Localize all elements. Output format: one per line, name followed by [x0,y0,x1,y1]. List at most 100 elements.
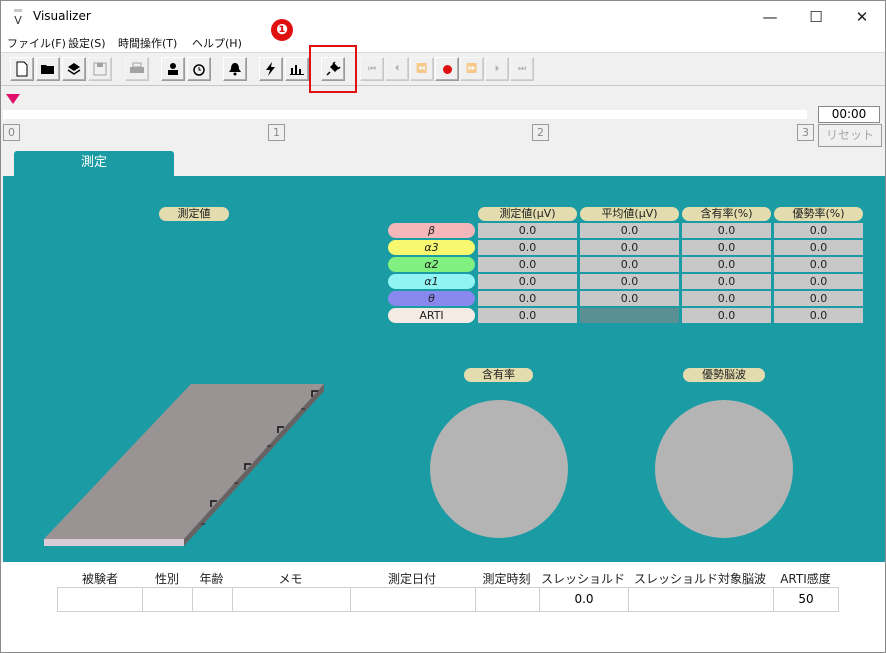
info-cell-time[interactable] [475,587,540,612]
bell-button[interactable] [223,57,247,81]
cell-beta-content: 0.0 [682,223,771,238]
alarm-button[interactable] [187,57,211,81]
printer-icon [130,62,144,73]
timeline-tick-3: 3 [797,124,814,141]
annotation-badge: ❶ [271,19,293,41]
lightning-button[interactable] [259,57,283,81]
window-title: Visualizer [33,9,91,23]
cell-theta-content: 0.0 [682,291,771,306]
cell-alpha3-content: 0.0 [682,240,771,255]
info-header-threshold: スレッショルド [540,572,625,586]
cell-alpha1-measured: 0.0 [478,274,577,289]
skip-to-start-icon: ⏮ [367,64,377,74]
info-header-arti-sensitivity: ARTI感度 [780,572,831,586]
visualizer-app-icon: V [14,9,22,26]
save-button[interactable] [88,57,112,81]
row-label-theta: θ [388,291,475,306]
cell-theta-average: 0.0 [580,291,679,306]
cell-beta-measured: 0.0 [478,223,577,238]
previous-button[interactable]: ⏴ [385,57,409,81]
record-icon [442,64,452,74]
fast-forward-button[interactable]: ⏩ [460,57,484,81]
row-label-alpha1: α1 [388,274,475,289]
info-cell-threshold[interactable]: 0.0 [539,587,629,612]
new-file-button[interactable] [10,57,34,81]
rewind-button[interactable]: ⏪ [410,57,434,81]
cell-alpha2-content: 0.0 [682,257,771,272]
bell-icon [229,63,241,76]
minimize-button[interactable]: — [747,1,793,32]
subject-info-table: 被験者 性別 年齢 メモ 測定日付 測定時刻 スレッショルド スレッショルド対象… [1,562,885,652]
info-cell-arti-sensitivity[interactable]: 50 [773,587,839,612]
rewind-icon: ⏪ [416,64,428,74]
next-button[interactable]: ⏵ [485,57,509,81]
close-button[interactable]: ✕ [839,1,885,32]
layers-icon [67,63,81,75]
row-label-alpha3: α3 [388,240,475,255]
content-rate-pie [430,400,568,538]
cell-arti-dominant: 0.0 [774,308,863,323]
open-folder-icon [41,65,54,74]
timeline-tick-0: 0 [3,124,20,141]
info-cell-memo[interactable] [232,587,351,612]
save-icon [93,62,107,76]
cell-alpha2-dominant: 0.0 [774,257,863,272]
grid-header-measured: 測定値(μV) [478,207,577,221]
timeline-tick-1: 1 [268,124,285,141]
previous-icon: ⏴ [394,64,400,74]
timeline-tick-2: 2 [532,124,549,141]
info-header-memo: メモ [278,572,303,586]
cell-alpha1-average: 0.0 [580,274,679,289]
fast-forward-icon: ⏩ [466,64,478,74]
cell-alpha1-content: 0.0 [682,274,771,289]
row-label-alpha2: α2 [388,257,475,272]
menu-help[interactable]: ヘルプ(H) [192,35,242,51]
cell-arti-average [580,308,679,323]
info-cell-subject[interactable] [57,587,143,612]
info-cell-age[interactable] [192,587,233,612]
menu-file[interactable]: ファイル(F) [7,35,66,51]
cell-arti-content: 0.0 [682,308,771,323]
alarm-clock-icon [193,64,205,76]
time-display: 00:00 [818,106,880,123]
menu-time[interactable]: 時間操作(T) [118,35,177,51]
skip-to-end-icon: ⏭ [517,64,527,74]
lightning-icon [266,62,275,76]
cell-alpha3-measured: 0.0 [478,240,577,255]
open-folder-button[interactable] [36,57,60,81]
layers-button[interactable] [62,57,86,81]
cell-alpha2-measured: 0.0 [478,257,577,272]
grid-header-dominant: 優勢率(%) [774,207,863,221]
skip-to-start-button[interactable]: ⏮ [360,57,384,81]
next-icon: ⏵ [494,64,500,74]
record-button[interactable] [435,57,459,81]
measured-value-label: 測定値 [159,207,229,221]
dominant-wave-label: 優勢脳波 [683,368,765,382]
highlight-box [309,45,357,93]
content-rate-label: 含有率 [464,368,533,382]
reset-button[interactable]: リセット [818,124,882,147]
cell-alpha2-average: 0.0 [580,257,679,272]
measurement-ramp-graphic [44,384,324,546]
info-header-subject: 被験者 [81,572,118,586]
info-header-time: 測定時刻 [482,572,531,586]
menu-settings[interactable]: 設定(S) [68,35,106,51]
grid-header-average: 平均値(μV) [580,207,679,221]
timeline-marker-icon[interactable] [6,94,20,104]
skip-to-end-button[interactable]: ⏭ [510,57,534,81]
info-cell-date[interactable] [350,587,476,612]
tab-measurement[interactable]: 測定 [14,151,174,176]
cell-alpha3-average: 0.0 [580,240,679,255]
subject-button[interactable] [161,57,185,81]
print-button[interactable] [125,57,149,81]
info-cell-gender[interactable] [142,587,193,612]
timeline-track[interactable] [3,110,807,119]
bar-chart-button[interactable] [285,57,309,81]
cell-alpha1-dominant: 0.0 [774,274,863,289]
dominant-wave-pie [655,400,793,538]
toolbar: ⏮ ⏴ ⏪ ⏩ ⏵ ⏭ [1,53,885,86]
grid-header-content: 含有率(%) [682,207,771,221]
info-cell-threshold-wave[interactable] [628,587,774,612]
maximize-button[interactable]: ☐ [793,1,839,32]
person-icon [168,63,178,75]
